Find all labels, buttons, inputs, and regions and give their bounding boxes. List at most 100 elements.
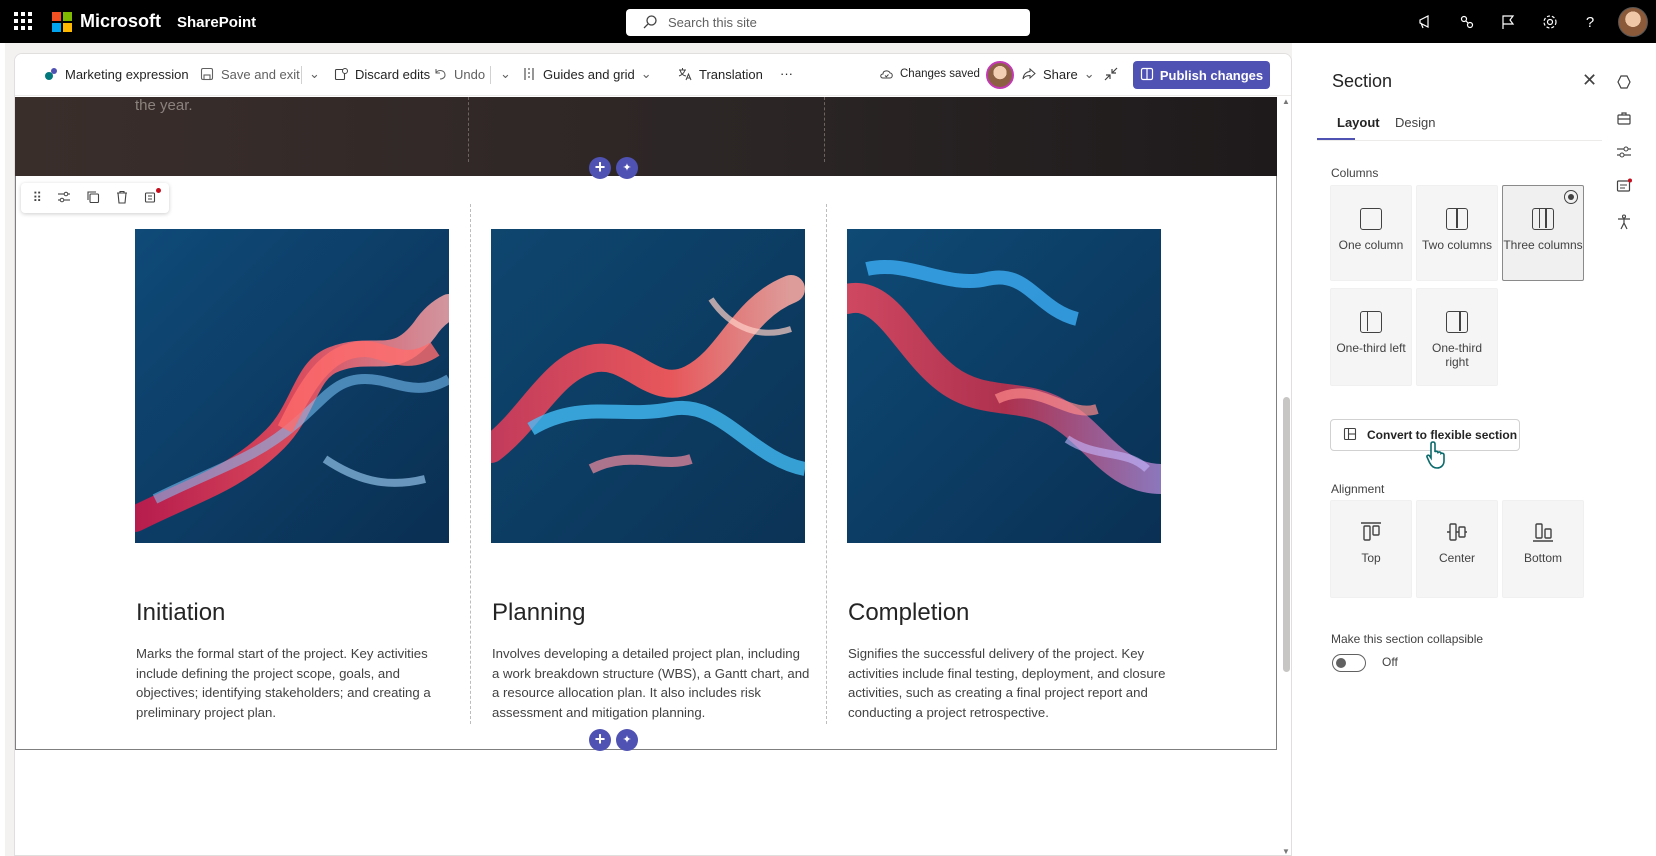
page-details-icon[interactable] (1610, 174, 1638, 198)
search-input[interactable]: Search this site (626, 9, 1030, 36)
discard-edits-button[interactable]: Discard edits (333, 66, 430, 82)
undo-button[interactable]: Undo (432, 66, 485, 82)
ai-sparkle-icon[interactable]: ✦ (616, 729, 638, 751)
save-and-exit-button[interactable]: Save and exit (199, 66, 300, 82)
search-placeholder: Search this site (668, 15, 757, 30)
hero-faded-text: the year. (135, 97, 193, 114)
ribbon-art-image (847, 229, 1161, 543)
column-title[interactable]: Planning (492, 599, 585, 627)
add-section-button-top[interactable]: + (589, 157, 611, 179)
search-icon (643, 15, 657, 29)
columns-label: Columns (1331, 166, 1379, 180)
section-toolbar: ⠿ (21, 183, 169, 213)
megaphone-icon[interactable] (1416, 12, 1436, 32)
copilot-icon[interactable] (1610, 70, 1638, 94)
toolbox-icon[interactable] (1610, 106, 1638, 130)
avatar[interactable] (1618, 7, 1648, 37)
close-icon[interactable]: ✕ (1582, 70, 1597, 91)
column-body[interactable]: Signifies the successful delivery of the… (848, 644, 1166, 722)
divider (301, 66, 302, 84)
selected-section[interactable]: Initiation Marks the formal start of the… (15, 176, 1277, 750)
guides-and-grid-button[interactable]: Guides and grid ⌄ (521, 66, 652, 82)
brand-name[interactable]: Microsoft (80, 11, 161, 32)
vertical-scrollbar[interactable]: ▲ ▼ (1279, 97, 1291, 855)
panel-title: Section (1332, 71, 1393, 91)
alignment-label: Alignment (1331, 482, 1385, 496)
properties-sliders-icon[interactable] (1610, 140, 1638, 164)
three-columns-icon (1532, 208, 1554, 230)
collapsible-toggle[interactable] (1332, 654, 1366, 672)
option-one-third-right[interactable]: One-third right (1416, 288, 1498, 386)
one-third-right-icon (1446, 311, 1468, 333)
app-name[interactable]: SharePoint (177, 14, 256, 31)
translation-button[interactable]: Translation (677, 66, 763, 82)
accessibility-icon[interactable] (1610, 210, 1638, 234)
option-three-columns[interactable]: Three columns (1502, 185, 1584, 281)
divider (490, 66, 491, 84)
share-button[interactable]: Share ⌄ (1021, 66, 1095, 82)
tab-layout[interactable]: Layout (1337, 115, 1380, 130)
option-label: One-third right (1431, 341, 1483, 369)
ribbon-art-image (135, 229, 449, 543)
column-divider (826, 204, 827, 724)
section-properties-panel: Section ✕ Layout Design Columns One colu… (1300, 56, 1602, 856)
share-network-icon[interactable] (1457, 12, 1477, 32)
option-label: Three columns (1503, 238, 1583, 252)
add-section-button-bottom[interactable]: + (589, 729, 611, 751)
save-options-chevron-icon[interactable]: ⌄ (309, 66, 320, 82)
column-body[interactable]: Involves developing a detailed project p… (492, 644, 810, 722)
collapse-icon[interactable] (1103, 66, 1119, 82)
align-top-icon (1361, 522, 1381, 541)
save-and-exit-label: Save and exit (221, 66, 300, 82)
page-editor: Marketing expression Save and exit ⌄ Dis… (14, 53, 1292, 856)
discard-edits-label: Discard edits (355, 66, 431, 82)
option-two-columns[interactable]: Two columns (1416, 185, 1498, 281)
discard-icon (333, 66, 349, 82)
ai-sparkle-icon[interactable]: ✦ (616, 157, 638, 179)
alignment-center[interactable]: Center (1416, 500, 1498, 598)
edit-section-icon[interactable] (57, 190, 71, 207)
section-settings-icon[interactable] (144, 187, 161, 207)
cloud-check-icon (878, 66, 894, 82)
alignment-top[interactable]: Top (1330, 500, 1412, 598)
option-one-third-left[interactable]: One-third left (1330, 288, 1412, 386)
one-column-icon (1360, 208, 1382, 230)
publish-changes-button[interactable]: Publish changes (1133, 61, 1270, 89)
gear-icon[interactable] (1540, 12, 1560, 32)
more-label: ··· (780, 66, 793, 81)
option-label: One column (1338, 238, 1404, 252)
duplicate-icon[interactable] (86, 190, 100, 207)
site-logo-icon (43, 66, 59, 82)
ribbon-art-image (491, 229, 805, 543)
app-launcher-icon[interactable] (14, 12, 32, 30)
drag-handle-icon[interactable]: ⠿ (32, 190, 42, 206)
image-web-part[interactable] (135, 229, 449, 543)
column-title[interactable]: Initiation (136, 599, 225, 627)
tab-divider (1317, 140, 1602, 141)
flag-icon[interactable] (1498, 12, 1518, 32)
column-body[interactable]: Marks the formal start of the project. K… (136, 644, 454, 722)
tab-design[interactable]: Design (1395, 115, 1435, 130)
guides-and-grid-label: Guides and grid (543, 66, 635, 82)
image-web-part[interactable] (491, 229, 805, 543)
delete-icon[interactable] (115, 190, 129, 207)
more-options-button[interactable]: ··· (780, 66, 793, 81)
help-icon[interactable]: ? (1580, 12, 1600, 32)
toggle-state-label: Off (1382, 655, 1398, 669)
site-name-button[interactable]: Marketing expression (43, 66, 189, 82)
command-bar: Marketing expression Save and exit ⌄ Dis… (15, 54, 1291, 96)
undo-options-chevron-icon[interactable]: ⌄ (500, 66, 511, 82)
alignment-bottom[interactable]: Bottom (1502, 500, 1584, 598)
image-web-part[interactable] (847, 229, 1161, 543)
one-third-left-icon (1360, 311, 1382, 333)
option-one-column[interactable]: One column (1330, 185, 1412, 281)
flexible-layout-icon (1343, 427, 1357, 444)
scrollbar-thumb[interactable] (1283, 397, 1290, 672)
column-divider (824, 97, 825, 162)
save-status-label: Changes saved (900, 68, 980, 80)
chevron-down-icon: ⌄ (1083, 66, 1095, 81)
suite-header: Microsoft SharePoint Search this site ? (0, 0, 1656, 43)
share-icon (1021, 66, 1037, 82)
column-title[interactable]: Completion (848, 599, 969, 627)
coauthor-avatar[interactable] (986, 61, 1014, 89)
